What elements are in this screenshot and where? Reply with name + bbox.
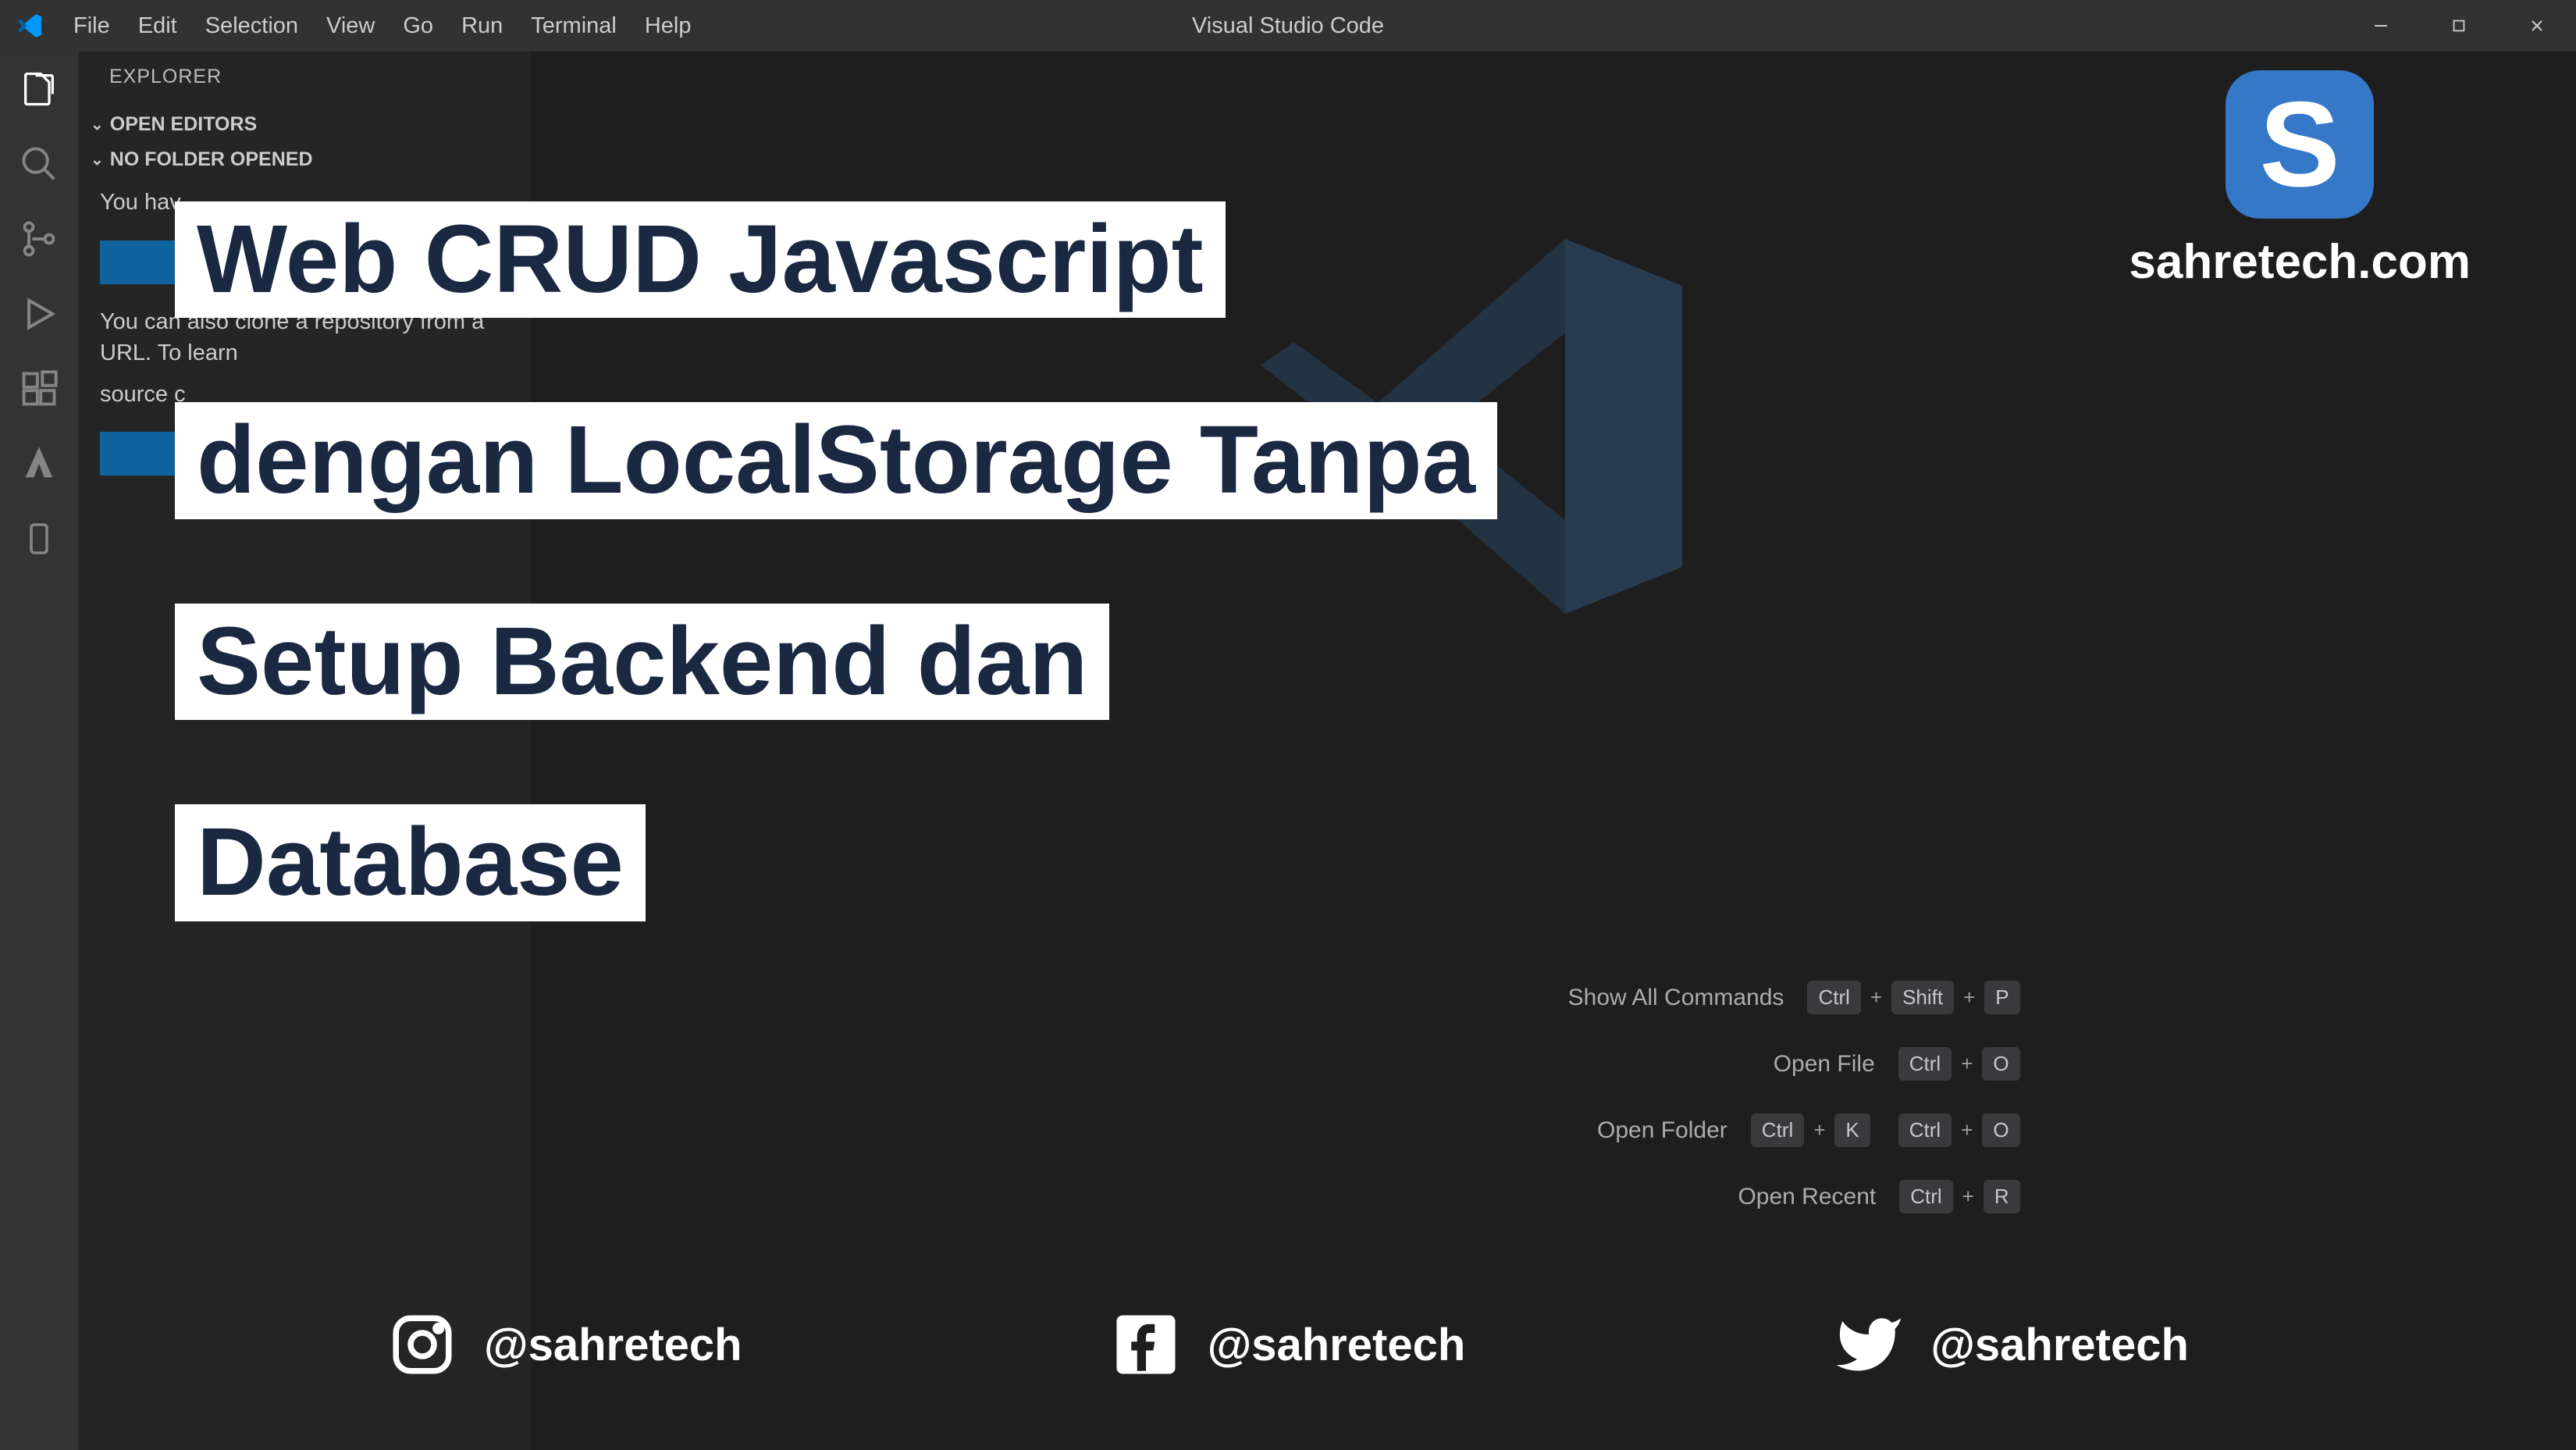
extensions-icon[interactable] — [17, 367, 61, 411]
sidebar-no-folder[interactable]: ⌄NO FOLDER OPENED — [78, 142, 531, 177]
menu-go[interactable]: Go — [389, 5, 447, 47]
close-button[interactable] — [2498, 0, 2576, 52]
key: Shift — [1891, 981, 1954, 1014]
key: K — [1834, 1113, 1870, 1147]
menu-bar: File Edit Selection View Go Run Terminal… — [59, 5, 706, 47]
source-control-icon[interactable] — [17, 217, 61, 261]
search-icon[interactable] — [17, 142, 61, 186]
title-bar: File Edit Selection View Go Run Terminal… — [0, 0, 2576, 52]
social-handle: @sahretech — [1930, 1319, 2189, 1371]
chevron-down-icon: ⌄ — [91, 150, 104, 169]
social-facebook: @sahretech — [1111, 1309, 1466, 1380]
activity-bar — [0, 52, 78, 1450]
menu-file[interactable]: File — [59, 5, 124, 47]
menu-edit[interactable]: Edit — [124, 5, 191, 47]
menu-terminal[interactable]: Terminal — [517, 5, 631, 47]
title-line-1: Web CRUD Javascript — [175, 201, 1226, 318]
facebook-icon — [1111, 1309, 1181, 1380]
key: R — [1984, 1180, 2020, 1213]
menu-help[interactable]: Help — [631, 5, 706, 47]
brand-badge: S sahretech.com — [2129, 70, 2471, 290]
title-line-4: Database — [175, 804, 646, 921]
title-line-2: dengan LocalStorage Tanpa — [175, 402, 1497, 518]
chevron-down-icon: ⌄ — [91, 115, 104, 134]
menu-view[interactable]: View — [312, 5, 389, 47]
social-handle: @sahretech — [484, 1319, 742, 1371]
brand-logo-icon: S — [2226, 70, 2374, 219]
shortcut-open-file: Open File Ctrl + O — [1431, 1047, 2020, 1081]
social-bar: @sahretech @sahretech @sahretech — [0, 1309, 2576, 1380]
run-debug-icon[interactable] — [17, 292, 61, 336]
key: P — [1984, 981, 2019, 1014]
key: Ctrl — [1899, 1180, 1952, 1213]
menu-selection[interactable]: Selection — [191, 5, 312, 47]
key: O — [1982, 1047, 2019, 1081]
vscode-app-icon — [14, 10, 45, 41]
title-line-3: Setup Backend dan — [175, 604, 1109, 720]
social-handle: @sahretech — [1208, 1319, 1466, 1371]
sidebar-open-editors[interactable]: ⌄OPEN EDITORS — [78, 107, 531, 142]
key: O — [1982, 1113, 2019, 1147]
menu-run[interactable]: Run — [447, 5, 517, 47]
explorer-icon[interactable] — [17, 67, 61, 111]
key: Ctrl — [1898, 1047, 1952, 1081]
key: Ctrl — [1807, 981, 1860, 1014]
azure-icon[interactable] — [17, 442, 61, 486]
social-twitter: @sahretech — [1834, 1309, 2189, 1380]
minimize-button[interactable] — [2342, 0, 2420, 52]
overlay-title: Web CRUD Javascript dengan LocalStorage … — [175, 201, 1497, 921]
window-controls — [2342, 0, 2576, 52]
sidebar-title: EXPLORER — [78, 66, 531, 107]
key: Ctrl — [1898, 1113, 1952, 1147]
key: Ctrl — [1751, 1113, 1804, 1147]
shortcut-open-recent: Open Recent Ctrl + R — [1431, 1180, 2020, 1213]
device-icon[interactable] — [17, 517, 61, 561]
shortcut-show-commands: Show All Commands Ctrl + Shift + P — [1431, 981, 2020, 1014]
twitter-icon — [1834, 1309, 1904, 1380]
shortcut-open-folder: Open Folder Ctrl + K Ctrl + O — [1431, 1113, 2020, 1147]
social-instagram: @sahretech — [387, 1309, 742, 1380]
maximize-button[interactable] — [2420, 0, 2498, 52]
brand-url: sahretech.com — [2129, 234, 2471, 290]
window-title: Visual Studio Code — [1192, 13, 1384, 39]
shortcuts-list: Show All Commands Ctrl + Shift + P Open … — [1431, 981, 2020, 1213]
instagram-icon — [387, 1309, 457, 1380]
